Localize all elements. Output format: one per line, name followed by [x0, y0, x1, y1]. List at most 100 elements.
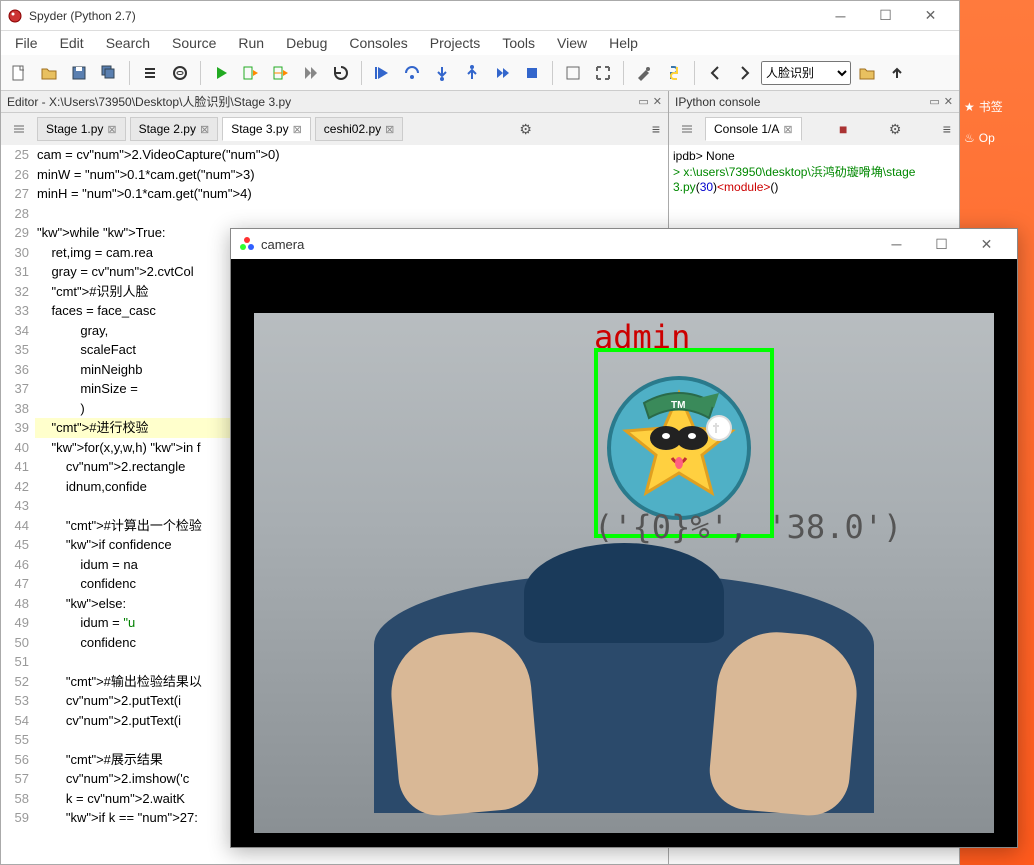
code-content[interactable]	[35, 204, 668, 224]
tab-ceshi02[interactable]: ceshi02.py⊠	[315, 117, 404, 141]
toolbar: 人脸识别	[1, 55, 959, 91]
stop-console-icon[interactable]: ■	[835, 117, 851, 141]
tab-list-icon[interactable]	[673, 115, 701, 143]
save-all-icon[interactable]	[95, 59, 123, 87]
run-icon[interactable]	[207, 59, 235, 87]
cam-maximize-button[interactable]: ☐	[919, 230, 964, 258]
line-number: 35	[1, 340, 35, 360]
line-number: 25	[1, 145, 35, 165]
tab-stage-2[interactable]: Stage 2.py⊠	[130, 117, 219, 141]
code-line[interactable]: 26minW = "num">0.1*cam.get("num">3)	[1, 165, 668, 185]
step-out-icon[interactable]	[458, 59, 486, 87]
pane-float-icon[interactable]: ▭	[638, 95, 648, 108]
fullscreen-icon[interactable]	[589, 59, 617, 87]
rerun-icon[interactable]	[327, 59, 355, 87]
menu-edit[interactable]: Edit	[50, 33, 94, 53]
menu-source[interactable]: Source	[162, 33, 226, 53]
spyder-icon	[7, 8, 23, 24]
open-file-icon[interactable]	[35, 59, 63, 87]
stop-debug-icon[interactable]	[518, 59, 546, 87]
opera-item[interactable]: ♨Op	[960, 123, 1034, 153]
code-content[interactable]: minH = "num">0.1*cam.get("num">4)	[35, 184, 668, 204]
line-number: 34	[1, 321, 35, 341]
preferences-icon[interactable]	[630, 59, 658, 87]
step-over-icon[interactable]	[398, 59, 426, 87]
tab-close-icon[interactable]: ⊠	[385, 123, 394, 136]
new-file-icon[interactable]	[5, 59, 33, 87]
line-number: 51	[1, 652, 35, 672]
line-number: 40	[1, 438, 35, 458]
pane-close-icon[interactable]: ✕	[653, 95, 662, 108]
pane-close-icon[interactable]: ✕	[944, 95, 953, 108]
code-line[interactable]: 25cam = cv"num">2.VideoCapture("num">0)	[1, 145, 668, 165]
continue-icon[interactable]	[488, 59, 516, 87]
python-path-icon[interactable]	[660, 59, 688, 87]
camera-frame: admin TM	[254, 313, 994, 833]
tab-close-icon[interactable]: ⊠	[783, 123, 792, 136]
menu-tools[interactable]: Tools	[492, 33, 545, 53]
tab-stage-1[interactable]: Stage 1.py⊠	[37, 117, 126, 141]
run-selection-icon[interactable]	[297, 59, 325, 87]
menu-debug[interactable]: Debug	[276, 33, 337, 53]
whirl-icon[interactable]	[166, 59, 194, 87]
save-icon[interactable]	[65, 59, 93, 87]
editor-options-icon[interactable]: ⚙	[515, 117, 536, 142]
run-cell-advance-icon[interactable]	[267, 59, 295, 87]
tab-close-icon[interactable]: ⊠	[293, 123, 302, 136]
code-line[interactable]: 28	[1, 204, 668, 224]
menubar: File Edit Search Source Run Debug Consol…	[1, 31, 959, 55]
step-into-icon[interactable]	[428, 59, 456, 87]
console-tab[interactable]: Console 1/A⊠	[705, 117, 802, 141]
console-pane-title: IPython console ▭ ✕	[669, 91, 959, 113]
console-options-icon[interactable]: ⚙	[885, 117, 906, 142]
parent-dir-icon[interactable]	[883, 59, 911, 87]
confidence-label: ('{0}%', '38.0')	[594, 508, 902, 546]
tab-close-icon[interactable]: ⊠	[200, 123, 209, 136]
line-number: 31	[1, 262, 35, 282]
debug-icon[interactable]	[368, 59, 396, 87]
browse-dir-icon[interactable]	[853, 59, 881, 87]
console-menu-icon[interactable]: ≡	[939, 117, 955, 141]
window-title: Spyder (Python 2.7)	[29, 9, 818, 23]
maximize-pane-icon[interactable]	[559, 59, 587, 87]
line-number: 42	[1, 477, 35, 497]
line-number: 56	[1, 750, 35, 770]
menu-search[interactable]: Search	[96, 33, 160, 53]
cam-minimize-button[interactable]: ─	[874, 230, 919, 258]
line-number: 39	[1, 418, 35, 438]
svg-text:TM: TM	[671, 400, 685, 411]
working-dir-dropdown[interactable]: 人脸识别	[761, 61, 851, 85]
editor-menu-icon[interactable]: ≡	[648, 117, 664, 141]
menu-consoles[interactable]: Consoles	[339, 33, 417, 53]
line-number: 47	[1, 574, 35, 594]
menu-file[interactable]: File	[5, 33, 48, 53]
minimize-button[interactable]: ─	[818, 2, 863, 30]
line-number: 38	[1, 399, 35, 419]
editor-tabs: Stage 1.py⊠ Stage 2.py⊠ Stage 3.py⊠ cesh…	[1, 113, 668, 145]
line-number: 54	[1, 711, 35, 731]
menu-run[interactable]: Run	[228, 33, 274, 53]
maximize-button[interactable]: ☐	[863, 2, 908, 30]
tab-close-icon[interactable]: ⊠	[107, 123, 116, 136]
line-number: 29	[1, 223, 35, 243]
code-line[interactable]: 27minH = "num">0.1*cam.get("num">4)	[1, 184, 668, 204]
menu-view[interactable]: View	[547, 33, 597, 53]
line-number: 26	[1, 165, 35, 185]
line-number: 27	[1, 184, 35, 204]
opencv-icon	[239, 236, 255, 252]
line-number: 53	[1, 691, 35, 711]
cam-close-button[interactable]: ✕	[964, 230, 1009, 258]
list-icon[interactable]	[136, 59, 164, 87]
back-icon[interactable]	[701, 59, 729, 87]
run-cell-icon[interactable]	[237, 59, 265, 87]
tab-list-icon[interactable]	[5, 115, 33, 143]
pane-float-icon[interactable]: ▭	[929, 95, 939, 108]
menu-projects[interactable]: Projects	[420, 33, 491, 53]
code-content[interactable]: cam = cv"num">2.VideoCapture("num">0)	[35, 145, 668, 165]
code-content[interactable]: minW = "num">0.1*cam.get("num">3)	[35, 165, 668, 185]
menu-help[interactable]: Help	[599, 33, 648, 53]
close-button[interactable]: ✕	[908, 2, 953, 30]
bookmark-item[interactable]: ★书签	[960, 90, 1034, 123]
forward-icon[interactable]	[731, 59, 759, 87]
tab-stage-3[interactable]: Stage 3.py⊠	[222, 117, 311, 141]
